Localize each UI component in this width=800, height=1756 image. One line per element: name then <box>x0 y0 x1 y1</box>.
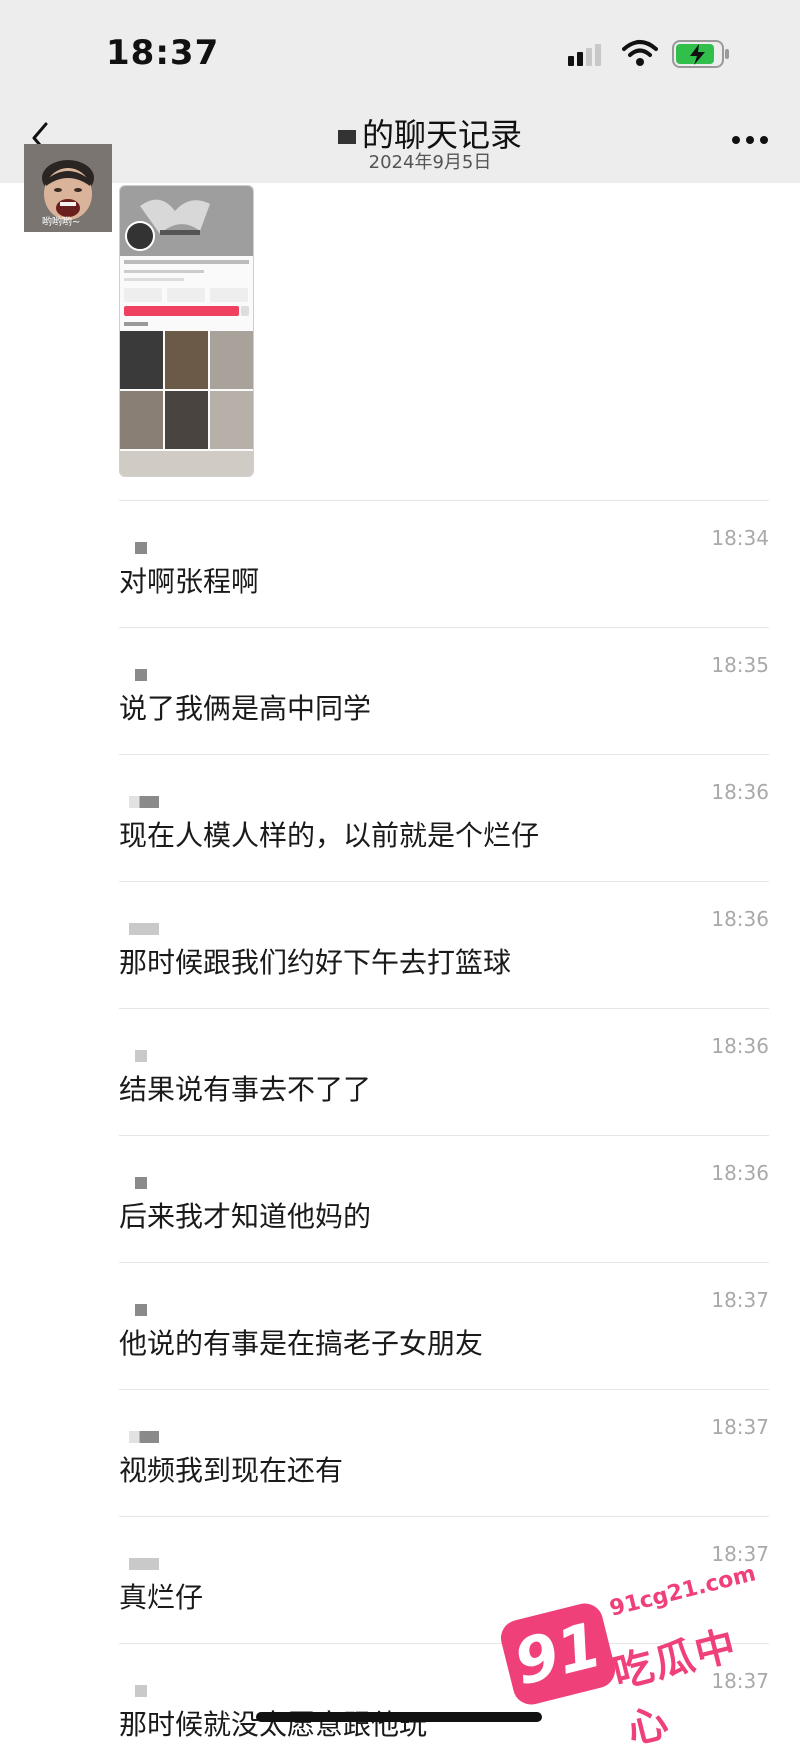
message-time: 18:36 <box>711 780 769 804</box>
message-row: 18:36 那时候跟我们约好下午去打篮球 <box>119 881 769 1008</box>
message-row: 18:36 后来我才知道他妈的 <box>119 1135 769 1262</box>
message-row: 18:34 对啊张程啊 <box>119 500 769 627</box>
message-time: 18:37 <box>711 1415 769 1439</box>
message-text: 那时候就没太愿意跟他玩 <box>119 1708 428 1741</box>
message-row: 18:36 结果说有事去不了了 <box>119 1008 769 1135</box>
sender-name-redacted <box>129 796 159 808</box>
message-row: 18:37 他说的有事是在搞老子女朋友 <box>119 1262 769 1389</box>
sender-name-redacted <box>135 1050 147 1062</box>
watermark-badge: 91 <box>497 1599 619 1709</box>
divider <box>119 1516 769 1517</box>
sender-name-redacted <box>135 542 147 554</box>
sender-name-redacted <box>129 1558 159 1570</box>
site-watermark: 91 91cg21.com 吃瓜中心 <box>497 1561 770 1754</box>
divider <box>119 754 769 755</box>
status-time: 18:37 <box>106 33 220 73</box>
sender-name-redacted <box>135 1177 147 1189</box>
message-time: 18:36 <box>711 1034 769 1058</box>
message-text: 真烂仔 <box>119 1581 204 1614</box>
divider <box>119 881 769 882</box>
avatar-caption: 哟哟哟~ <box>42 217 81 228</box>
message-time: 18:35 <box>711 653 769 677</box>
shared-screenshot-thumbnail[interactable] <box>119 185 254 477</box>
sender-name-redacted <box>135 1304 147 1316</box>
message-row: 18:36 现在人模人样的，以前就是个烂仔 <box>119 754 769 881</box>
message-text: 对啊张程啊 <box>119 565 260 598</box>
message-time: 18:37 <box>711 1288 769 1312</box>
sender-name-redacted <box>135 669 147 681</box>
message-text: 结果说有事去不了了 <box>119 1073 372 1106</box>
divider <box>119 1262 769 1263</box>
divider <box>119 627 769 628</box>
message-text: 视频我到现在还有 <box>119 1454 344 1487</box>
avatar[interactable]: 哟哟哟~ <box>24 144 112 232</box>
message-row: 18:35 说了我俩是高中同学 <box>119 627 769 754</box>
divider <box>119 1135 769 1136</box>
page-date: 2024年9月5日 <box>368 152 492 173</box>
message-row: 18:37 视频我到现在还有 <box>119 1389 769 1516</box>
message-text: 说了我俩是高中同学 <box>119 692 372 725</box>
message-text: 他说的有事是在搞老子女朋友 <box>119 1327 484 1360</box>
message-text: 后来我才知道他妈的 <box>119 1200 372 1233</box>
more-options-icon[interactable] <box>730 134 770 146</box>
message-text: 现在人模人样的，以前就是个烂仔 <box>119 819 540 852</box>
battery-charging-icon <box>672 40 729 68</box>
cellular-signal-icon <box>568 44 601 66</box>
divider <box>119 500 769 501</box>
profile-screenshot-image <box>120 186 253 476</box>
sender-name-redacted <box>129 1431 159 1443</box>
redaction-mask <box>337 130 356 144</box>
message-time: 18:37 <box>711 1542 769 1566</box>
divider <box>119 1008 769 1009</box>
divider <box>119 1389 769 1390</box>
message-time: 18:36 <box>711 1161 769 1185</box>
message-time: 18:36 <box>711 907 769 931</box>
message-time: 18:34 <box>711 526 769 550</box>
sender-name-redacted <box>129 923 159 935</box>
sender-name-redacted <box>135 1685 147 1697</box>
home-indicator[interactable] <box>256 1712 542 1722</box>
wifi-icon <box>622 40 658 66</box>
message-text: 那时候跟我们约好下午去打篮球 <box>119 946 512 979</box>
